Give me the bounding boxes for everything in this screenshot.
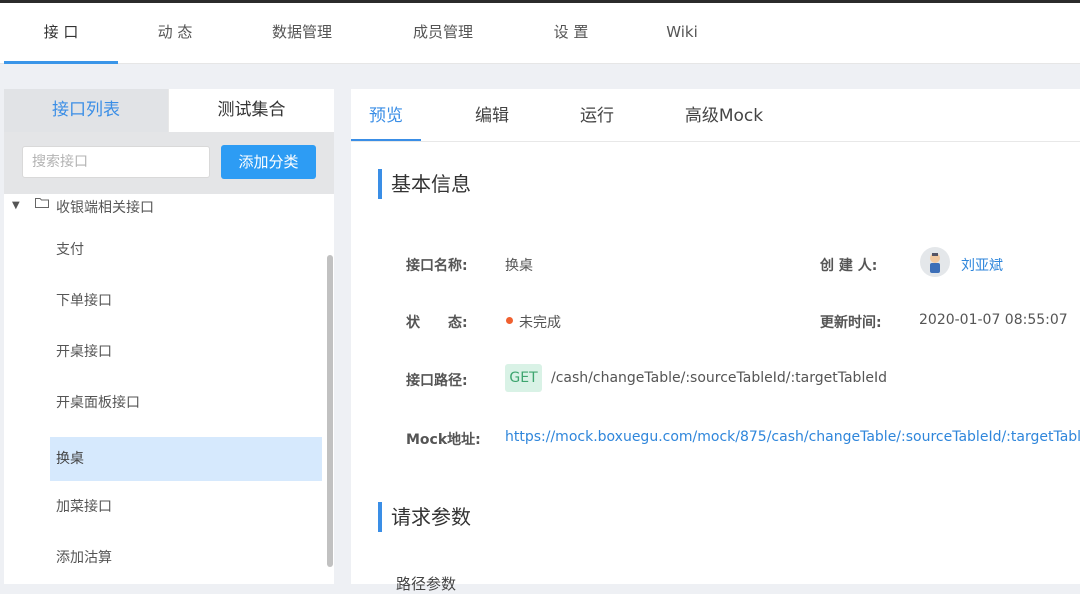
category-node[interactable]: ▼ 收银端相关接口 <box>4 194 334 220</box>
add-category-button[interactable]: 添加分类 <box>221 145 316 179</box>
search-bar: 添加分类 <box>4 132 334 194</box>
list-item-selected[interactable]: 换桌 <box>50 437 322 481</box>
avatar[interactable] <box>920 247 950 277</box>
tab-advanced-mock[interactable]: 高级Mock <box>677 89 771 141</box>
list-item[interactable]: 下单接口 <box>50 279 322 323</box>
status-label: 状 态: <box>406 315 468 331</box>
updated-time-value: 2020-01-07 08:55:07 <box>919 312 1068 328</box>
tab-data-management[interactable]: 数据管理 <box>258 3 346 63</box>
tab-wiki[interactable]: Wiki <box>638 3 726 63</box>
caret-down-icon[interactable]: ▼ <box>12 200 20 211</box>
interface-path-label: 接口路径: <box>406 373 468 389</box>
interface-path-value: /cash/changeTable/:sourceTableId/:target… <box>551 370 887 386</box>
tab-interface-list[interactable]: 接口列表 <box>4 89 168 132</box>
list-item[interactable]: 开桌接口 <box>50 330 322 374</box>
list-item[interactable]: 支付 <box>50 228 322 272</box>
section-title-basic-info: 基本信息 <box>378 169 471 199</box>
list-item[interactable]: 开桌面板接口 <box>50 381 322 425</box>
interface-name-label: 接口名称: <box>406 258 468 274</box>
main-panel: 预览 编辑 运行 高级Mock 基本信息 接口名称: 换桌 创 建 人: 刘亚斌… <box>351 89 1080 593</box>
sidebar-tabs: 接口列表 测试集合 <box>4 89 334 132</box>
tab-settings[interactable]: 设 置 <box>527 3 615 63</box>
section-title-request-params: 请求参数 <box>378 502 471 532</box>
mock-address-link[interactable]: https://mock.boxuegu.com/mock/875/cash/c… <box>505 429 1080 445</box>
list-item[interactable]: 添加沽算 <box>50 536 322 580</box>
user-avatar-icon <box>930 253 940 273</box>
updated-time-label: 更新时间: <box>820 315 882 331</box>
folder-icon <box>35 198 49 208</box>
sidebar-scrollbar[interactable] <box>327 255 333 567</box>
tab-edit[interactable]: 编辑 <box>457 89 527 141</box>
tab-run[interactable]: 运行 <box>562 89 632 141</box>
mock-address-label: Mock地址: <box>406 432 481 448</box>
status-value: 未完成 <box>519 315 561 331</box>
top-navigation: 接 口 动 态 数据管理 成员管理 设 置 Wiki <box>0 3 1080 64</box>
tab-preview[interactable]: 预览 <box>351 89 421 141</box>
status-dot-icon <box>506 317 513 324</box>
method-badge: GET <box>505 364 542 392</box>
creator-label: 创 建 人: <box>820 258 878 274</box>
interface-sidebar: 接口列表 测试集合 添加分类 ▼ 收银端相关接口 支付 下单接口 开桌接口 开桌… <box>4 89 334 584</box>
interface-name-value: 换桌 <box>505 258 533 274</box>
tab-test-collection[interactable]: 测试集合 <box>169 89 334 132</box>
category-label: 收银端相关接口 <box>56 200 154 216</box>
tab-interface[interactable]: 接 口 <box>4 3 118 64</box>
tab-activity[interactable]: 动 态 <box>131 3 219 63</box>
list-item[interactable]: 加菜接口 <box>50 485 322 529</box>
tab-member-management[interactable]: 成员管理 <box>399 3 487 63</box>
main-tabs: 预览 编辑 运行 高级Mock <box>351 89 1080 142</box>
creator-link[interactable]: 刘亚斌 <box>961 255 1003 275</box>
search-input[interactable] <box>22 146 210 178</box>
